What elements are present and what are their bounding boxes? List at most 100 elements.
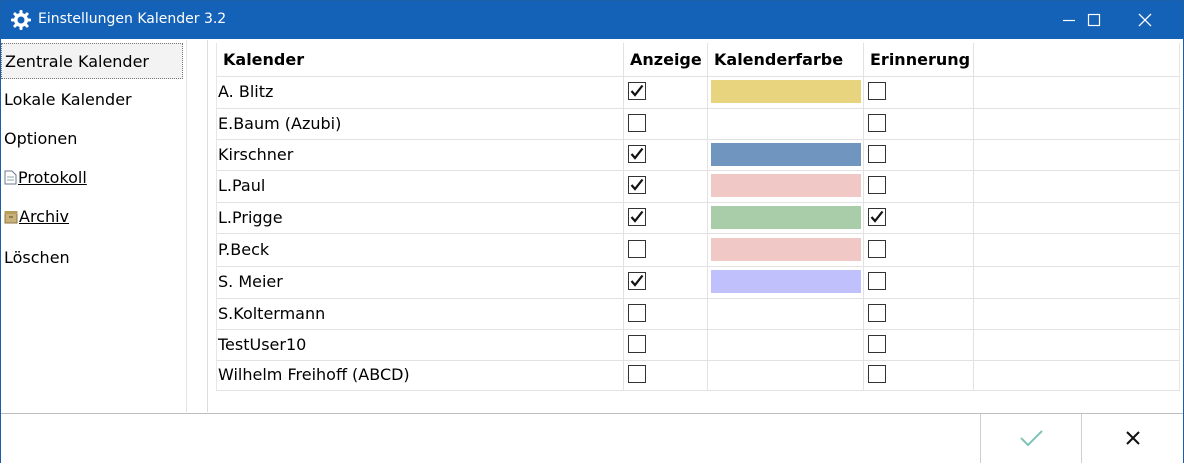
erinnerung-cell [864, 329, 974, 360]
archive-box-icon [4, 201, 18, 237]
calendar-name-cell: TestUser10 [217, 329, 624, 360]
column-header-kalender[interactable]: Kalender [217, 43, 624, 76]
sidebar-item-label: Lokale Kalender [4, 90, 132, 109]
erinnerung-cell [864, 76, 974, 108]
anzeige-cell [624, 329, 708, 360]
erinnerung-cell [864, 170, 974, 202]
cancel-button[interactable] [1081, 414, 1183, 463]
calendar-name-cell: L.Prigge [217, 202, 624, 233]
anzeige-cell [624, 139, 708, 170]
color-swatch[interactable] [711, 80, 861, 103]
anzeige-checkbox[interactable] [628, 176, 646, 194]
calendar-name-cell: Kirschner [217, 139, 624, 170]
table-row[interactable]: TestUser10 [217, 329, 1179, 361]
anzeige-checkbox[interactable] [628, 304, 646, 322]
erinnerung-checkbox[interactable] [868, 114, 886, 132]
color-swatch[interactable] [711, 270, 861, 293]
calendar-name-cell: A. Blitz [217, 76, 624, 108]
anzeige-cell [624, 108, 708, 139]
maximize-icon [1087, 13, 1101, 27]
erinnerung-cell [864, 139, 974, 170]
dialog-footer [1, 413, 1183, 463]
column-header-anzeige[interactable]: Anzeige [624, 43, 708, 76]
erinnerung-checkbox[interactable] [868, 335, 886, 353]
table-header-row: Kalender Anzeige Kalenderfarbe Erinnerun… [217, 43, 1179, 77]
erinnerung-cell [864, 360, 974, 390]
erinnerung-cell [864, 266, 974, 298]
calendar-name-cell: Wilhelm Freihoff (ABCD) [217, 360, 624, 390]
window-title: Einstellungen Kalender 3.2 [38, 11, 227, 27]
sidebar-item-label: Löschen [4, 248, 70, 267]
table-row[interactable]: Wilhelm Freihoff (ABCD) [217, 360, 1179, 391]
table-row[interactable]: E.Baum (Azubi) [217, 108, 1179, 140]
anzeige-checkbox[interactable] [628, 335, 646, 353]
erinnerung-cell [864, 108, 974, 139]
anzeige-checkbox[interactable] [628, 82, 646, 100]
erinnerung-checkbox[interactable] [868, 240, 886, 258]
calendar-color-cell[interactable] [708, 108, 864, 139]
table-row[interactable]: L.Paul [217, 170, 1179, 203]
checkmark-icon [1020, 430, 1043, 447]
color-swatch[interactable] [711, 238, 861, 261]
erinnerung-checkbox[interactable] [868, 82, 886, 100]
calendar-color-cell[interactable] [708, 298, 864, 329]
erinnerung-cell [864, 202, 974, 233]
table-row[interactable]: A. Blitz [217, 76, 1179, 109]
sidebar-item-lokale-kalender[interactable]: Lokale Kalender [1, 82, 183, 118]
ok-button[interactable] [980, 414, 1082, 463]
anzeige-cell [624, 76, 708, 108]
calendar-color-cell[interactable] [708, 266, 864, 298]
anzeige-cell [624, 202, 708, 233]
erinnerung-checkbox[interactable] [868, 208, 886, 226]
calendar-color-cell[interactable] [708, 76, 864, 108]
erinnerung-checkbox[interactable] [868, 272, 886, 290]
calendar-color-cell[interactable] [708, 170, 864, 202]
calendar-name-cell: P.Beck [217, 233, 624, 266]
erinnerung-cell [864, 298, 974, 329]
sidebar-item-archiv[interactable]: Archiv [1, 199, 183, 235]
anzeige-checkbox[interactable] [628, 145, 646, 163]
table-row[interactable]: P.Beck [217, 233, 1179, 267]
anzeige-checkbox[interactable] [628, 240, 646, 258]
column-header-kalenderfarbe[interactable]: Kalenderfarbe [708, 43, 864, 76]
erinnerung-cell [864, 233, 974, 266]
erinnerung-checkbox[interactable] [868, 145, 886, 163]
anzeige-checkbox[interactable] [628, 114, 646, 132]
calendar-color-cell[interactable] [708, 329, 864, 360]
calendar-name-cell: S.Koltermann [217, 298, 624, 329]
maximize-button[interactable] [1071, 1, 1117, 39]
sidebar-item-loeschen[interactable]: Löschen [1, 240, 183, 276]
anzeige-cell [624, 298, 708, 329]
calendar-color-cell[interactable] [708, 139, 864, 170]
sidebar-item-zentrale-kalender[interactable]: Zentrale Kalender [1, 43, 183, 79]
close-button[interactable] [1122, 1, 1168, 39]
calendar-name-cell: L.Paul [217, 170, 624, 202]
calendar-name-cell: S. Meier [217, 266, 624, 298]
sidebar-item-optionen[interactable]: Optionen [1, 121, 183, 157]
calendar-grid: Kalender Anzeige Kalenderfarbe Erinnerun… [216, 43, 1180, 391]
table-row[interactable]: Kirschner [217, 139, 1179, 171]
table-row[interactable]: S.Koltermann [217, 298, 1179, 330]
color-swatch[interactable] [711, 206, 861, 229]
calendar-color-cell[interactable] [708, 360, 864, 390]
calendar-color-cell[interactable] [708, 233, 864, 266]
erinnerung-checkbox[interactable] [868, 176, 886, 194]
close-icon [1138, 13, 1152, 27]
color-swatch[interactable] [711, 174, 861, 197]
color-swatch[interactable] [711, 143, 861, 166]
title-bar: Einstellungen Kalender 3.2 [1, 1, 1183, 39]
close-icon [1126, 431, 1140, 445]
calendar-color-cell[interactable] [708, 202, 864, 233]
calendar-name-cell: E.Baum (Azubi) [217, 108, 624, 139]
anzeige-checkbox[interactable] [628, 272, 646, 290]
table-row[interactable]: L.Prigge [217, 202, 1179, 234]
anzeige-cell [624, 360, 708, 390]
table-row[interactable]: S. Meier [217, 266, 1179, 299]
erinnerung-checkbox[interactable] [868, 304, 886, 322]
erinnerung-checkbox[interactable] [868, 365, 886, 383]
sidebar-item-protokoll[interactable]: Protokoll [1, 160, 183, 196]
anzeige-checkbox[interactable] [628, 365, 646, 383]
anzeige-checkbox[interactable] [628, 208, 646, 226]
sidebar-item-label: Archiv [19, 207, 70, 226]
column-header-erinnerung[interactable]: Erinnerung [864, 43, 974, 76]
